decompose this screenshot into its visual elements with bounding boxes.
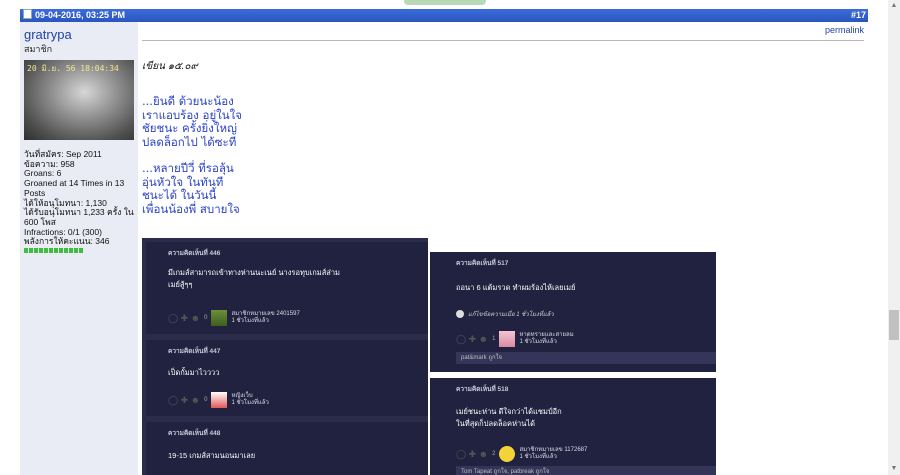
post-header-bar: 09-04-2016, 03:25 PM #17 <box>20 9 868 22</box>
comment-number: ความคิดเห็นที่ 448 <box>168 430 221 437</box>
user-sidebar: gratrypa สมาชิก 20 มิ.ย. 56 18:04:34 วัน… <box>20 22 138 475</box>
comment-edit-note: แก้ไขข้อความเมื่อ 1 ชั่วโมงที่แล้ว <box>456 309 554 319</box>
poem-line: เราแอบร้อง อยู่ในใจ <box>142 107 243 122</box>
commenter-avatar <box>211 392 228 408</box>
top-tab-strip <box>404 0 486 5</box>
commenter-avatar <box>499 331 516 347</box>
page-scrollbar[interactable]: ▲ ▼ <box>888 0 900 475</box>
poem-line: ปลดล็อกไป ได้ซะที <box>142 134 237 149</box>
vote-icon: ◯ ✚ ☻ <box>168 312 201 323</box>
poem-line: ...ยินดี ด้วยนะน้อง <box>142 94 234 108</box>
post-datetime: 09-04-2016, 03:25 PM <box>35 10 126 20</box>
comment-footer: ◯ ✚ ☻ 1 หาดทรายและสายลม 1 ชั่วโมงที่แล้ว <box>456 331 574 347</box>
user-info-reputation-power: พลังการให้คะแนน: 346 <box>24 236 110 247</box>
comment-text: 19-15 เกมส์สามนอนมาเลย <box>168 451 256 460</box>
comment-card: ความคิดเห็นที่ 446 มีเกมส์สามารถเข้าทางห… <box>146 242 428 334</box>
scroll-up-icon[interactable]: ▲ <box>888 0 900 12</box>
reply-bar: Tom Tapeat ถูกใจ, patbreak ถูกใจ <box>456 466 716 475</box>
poem-line: เพื่อนน้องพี่ สบายใจ <box>142 201 240 216</box>
comment-footer: ◯ ✚ ☻ 0 สมาชิกหมายเลข 2401597 1 ชั่วโมงที่… <box>168 310 300 326</box>
post-number-link[interactable]: #17 <box>851 9 866 22</box>
username-link[interactable]: gratrypa <box>24 27 72 42</box>
comment-number: ความคิดเห็นที่ 446 <box>168 250 221 257</box>
poem-line: ชนะได้ ในวันนี้ <box>142 188 217 202</box>
comment-text: ถอนา 6 แต้มรวด ทำผมร้องไห้เลยเมย์ <box>456 283 576 292</box>
user-info-groaned: Groaned at 14 Times in 13 Posts <box>24 178 125 198</box>
comment-text: เมย์ชนะห่าน ดีใจกว่าได้แชมป์อีก ในที่สุด… <box>456 407 562 428</box>
permalink-link[interactable]: permalink <box>825 25 864 35</box>
scroll-thumb[interactable] <box>889 310 899 340</box>
comment-number: ความคิดเห็นที่ 447 <box>168 348 221 355</box>
commenter-avatar <box>211 310 228 326</box>
reputation-bar <box>24 248 136 254</box>
attached-screenshot-right[interactable]: ความคิดเห็นที่ 517 ถอนา 6 แต้มรวด ทำผมร้… <box>428 238 716 475</box>
reply-bar: pat&mark ถูกใจ <box>456 352 716 364</box>
post-icon <box>23 9 32 19</box>
vote-icon: ◯ ✚ ☻ <box>168 394 201 405</box>
attached-screenshot-left[interactable]: ความคิดเห็นที่ 446 มีเกมส์สามารถเข้าทางห… <box>142 238 428 475</box>
poem-line: ...หลายปีวี่ ที่รอลุ้น <box>142 161 234 175</box>
comment-footer: ◯ ✚ ☻ 2 สมาชิกหมายเลข 1172687 1 ชั่วโมงที่… <box>456 446 588 462</box>
vote-icon: ◯ ✚ ☻ <box>456 333 489 344</box>
comment-card: ความคิดเห็นที่ 448 19-15 เกมส์สามนอนมาเล… <box>146 422 428 475</box>
comment-number: ความคิดเห็นที่ 518 <box>456 386 509 393</box>
comment-card: ความคิดเห็นที่ 518 เมย์ชนะห่าน ดีใจกว่าไ… <box>430 378 716 475</box>
post-intro: เขียน ๑๕.๐๙ <box>142 61 198 72</box>
avatar-timestamp: 20 มิ.ย. 56 18:04:34 <box>27 64 119 73</box>
commenter-avatar <box>499 446 516 462</box>
comment-card: ความคิดเห็นที่ 517 ถอนา 6 แต้มรวด ทำผมร้… <box>430 252 716 372</box>
user-info: วันที่สมัคร: Sep 2011 ข้อความ: 958 Groan… <box>24 149 136 254</box>
user-title: สมาชิก <box>24 44 53 54</box>
comment-text: มีเกมส์สามารถเข้าทางห่านนะเนย์ นางรอทุบเ… <box>168 268 341 289</box>
comment-text: เป็ดกั้มมาไวววว <box>168 368 220 377</box>
comment-card: ความคิดเห็นที่ 447 เป็ดกั้มมาไวววว ◯ ✚ ☻… <box>146 340 428 416</box>
poem-line: อุ่นหัวใจ ในทันที <box>142 174 224 189</box>
content-divider <box>142 40 864 41</box>
vote-icon: ◯ ✚ ☻ <box>456 448 489 459</box>
poem-line: ชัยชนะ ครั้งยิ่งใหญ่ <box>142 121 237 135</box>
scroll-down-icon[interactable]: ▼ <box>888 463 900 475</box>
comment-number: ความคิดเห็นที่ 517 <box>456 260 509 267</box>
user-avatar[interactable]: 20 มิ.ย. 56 18:04:34 <box>24 60 134 140</box>
post-content: permalink เขียน ๑๕.๐๙ ...ยินดี ด้วยนะน้อ… <box>138 22 868 475</box>
poem: ...ยินดี ด้วยนะน้อง เราแอบร้อง อยู่ในใจ … <box>142 94 243 216</box>
user-info-thanks-received: ได้รับอนุโมทนา 1,233 ครั้ง ใน 600 โพส <box>24 207 134 227</box>
comment-footer: ◯ ✚ ☻ 0 หญิงเว็บ 1 ชั่วโมงที่แล้ว <box>168 392 269 408</box>
